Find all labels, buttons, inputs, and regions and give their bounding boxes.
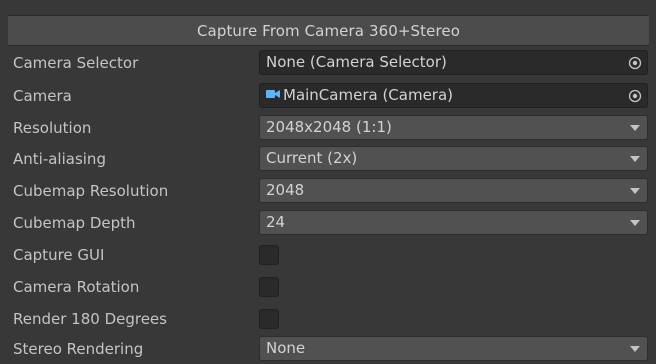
cubemap-resolution-dropdown[interactable]: 2048: [259, 178, 648, 203]
camera-icon: [266, 83, 280, 106]
anti-aliasing-dropdown[interactable]: Current (2x): [259, 146, 648, 171]
camera-selector-label: Camera Selector: [13, 54, 139, 72]
inspector-panel: Capture From Camera 360+Stereo Camera Se…: [0, 0, 656, 364]
row-cubemap-resolution: Cubemap Resolution 2048: [0, 176, 656, 206]
row-render-180-degrees: Render 180 Degrees: [0, 304, 656, 334]
chevron-down-icon: [630, 125, 640, 131]
stereo-rendering-label: Stereo Rendering: [13, 340, 144, 358]
stereo-rendering-dropdown[interactable]: None: [259, 336, 648, 361]
chevron-down-icon: [630, 220, 640, 226]
render-180-degrees-label: Render 180 Degrees: [13, 310, 167, 328]
anti-aliasing-value: Current (2x): [266, 149, 358, 167]
camera-field[interactable]: MainCamera (Camera): [259, 83, 648, 108]
component-title: Capture From Camera 360+Stereo: [196, 21, 461, 40]
chevron-down-icon: [630, 156, 640, 162]
stereo-rendering-value: None: [266, 339, 306, 357]
row-resolution: Resolution 2048x2048 (1:1): [0, 113, 656, 143]
row-camera: Camera MainCamera (Camera): [0, 81, 656, 111]
render-180-degrees-checkbox[interactable]: [259, 309, 279, 329]
camera-value-container: MainCamera (Camera): [266, 84, 453, 107]
resolution-value: 2048x2048 (1:1): [266, 118, 392, 136]
chevron-down-icon: [630, 188, 640, 194]
row-camera-selector: Camera Selector None (Camera Selector): [0, 48, 656, 78]
cubemap-depth-label: Cubemap Depth: [13, 214, 136, 232]
resolution-label: Resolution: [13, 119, 92, 137]
cubemap-depth-value: 24: [266, 213, 286, 231]
target-circle-icon[interactable]: [624, 85, 645, 106]
row-camera-rotation: Camera Rotation: [0, 272, 656, 302]
capture-gui-label: Capture GUI: [13, 246, 105, 264]
camera-rotation-checkbox[interactable]: [259, 277, 279, 297]
camera-rotation-label: Camera Rotation: [13, 278, 140, 296]
capture-gui-checkbox[interactable]: [259, 245, 279, 265]
cubemap-depth-dropdown[interactable]: 24: [259, 210, 648, 235]
row-capture-gui: Capture GUI: [0, 240, 656, 270]
camera-value: MainCamera (Camera): [283, 86, 454, 104]
row-anti-aliasing: Anti-aliasing Current (2x): [0, 144, 656, 174]
component-header[interactable]: Capture From Camera 360+Stereo: [8, 15, 649, 46]
camera-selector-field[interactable]: None (Camera Selector): [259, 50, 648, 75]
anti-aliasing-label: Anti-aliasing: [13, 150, 106, 168]
target-circle-icon[interactable]: [624, 52, 645, 73]
cubemap-resolution-label: Cubemap Resolution: [13, 182, 169, 200]
row-cubemap-depth: Cubemap Depth 24: [0, 208, 656, 238]
camera-label: Camera: [13, 87, 72, 105]
row-stereo-rendering: Stereo Rendering None: [0, 334, 656, 364]
chevron-down-icon: [630, 346, 640, 352]
camera-selector-value: None (Camera Selector): [266, 53, 447, 71]
cubemap-resolution-value: 2048: [266, 181, 305, 199]
resolution-dropdown[interactable]: 2048x2048 (1:1): [259, 115, 648, 140]
